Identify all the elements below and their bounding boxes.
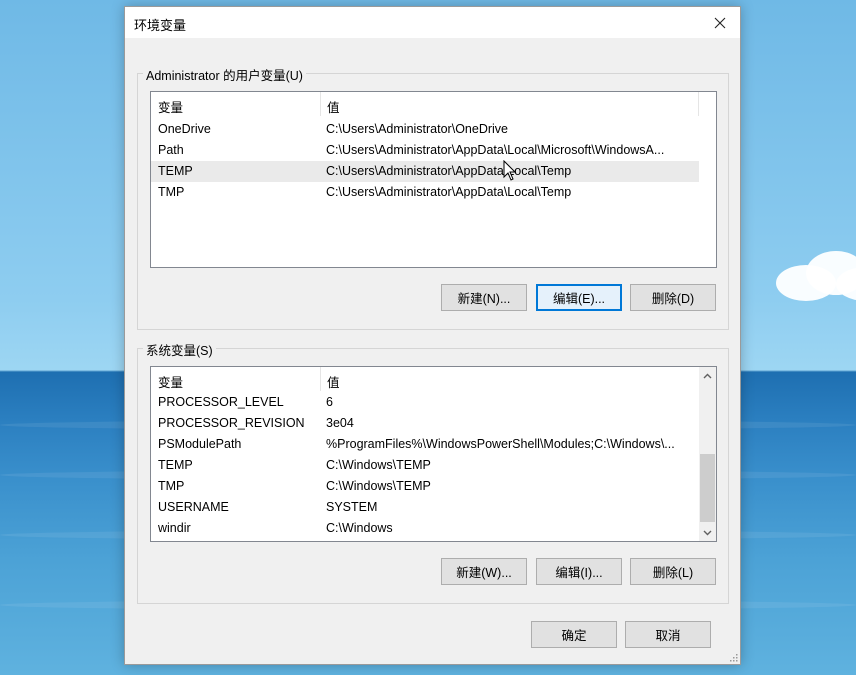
variable-name: PROCESSOR_LEVEL <box>158 395 284 409</box>
user-new-button[interactable]: 新建(N)... <box>441 284 527 311</box>
table-row[interactable]: PSModulePath %ProgramFiles%\WindowsPower… <box>151 434 699 455</box>
close-icon <box>714 17 726 28</box>
mouse-pointer-icon <box>503 160 517 181</box>
title-bar[interactable]: 环境变量 <box>125 7 740 38</box>
column-header-value[interactable]: 值 <box>327 372 340 391</box>
close-button[interactable] <box>700 7 740 38</box>
user-delete-button[interactable]: 删除(D) <box>630 284 716 311</box>
table-row[interactable]: windir C:\Windows <box>151 518 699 539</box>
table-row[interactable]: TMP C:\Users\Administrator\AppData\Local… <box>151 182 699 203</box>
variable-value: C:\Windows\TEMP <box>326 458 431 472</box>
system-delete-button[interactable]: 删除(L) <box>630 558 716 585</box>
scroll-up-arrow-icon[interactable] <box>699 367 716 384</box>
column-header-variable[interactable]: 变量 <box>158 372 183 391</box>
system-new-button[interactable]: 新建(W)... <box>441 558 527 585</box>
table-row[interactable]: TMP C:\Windows\TEMP <box>151 476 699 497</box>
user-variables-list[interactable]: 变量 值 OneDrive C:\Users\Administrator\One… <box>150 91 717 268</box>
user-variables-label: Administrator 的用户变量(U) <box>143 65 306 84</box>
table-row[interactable]: USERNAME SYSTEM <box>151 497 699 518</box>
variable-name: TEMP <box>158 164 193 178</box>
variable-name: TMP <box>158 185 185 199</box>
variable-value: 6 <box>326 395 333 409</box>
column-header-value[interactable]: 值 <box>327 97 340 116</box>
variable-name: PSModulePath <box>158 437 242 451</box>
table-row[interactable]: Path C:\Users\Administrator\AppData\Loca… <box>151 140 699 161</box>
list-header: 变量 值 <box>151 92 716 116</box>
table-row[interactable]: PROCESSOR_REVISION 3e04 <box>151 413 699 434</box>
user-edit-button[interactable]: 编辑(E)... <box>536 284 622 311</box>
variable-value: C:\Users\Administrator\OneDrive <box>326 122 508 136</box>
table-row-hovered[interactable]: TEMP C:\Users\Administrator\AppData\Loca… <box>151 161 699 182</box>
variable-value: %ProgramFiles%\WindowsPowerShell\Modules… <box>326 437 675 451</box>
variable-name: USERNAME <box>158 500 229 514</box>
system-variables-list[interactable]: 变量 值 PROCESSOR_LEVEL 6 PROCESSOR_REVISIO… <box>150 366 717 542</box>
ok-button[interactable]: 确定 <box>531 621 617 648</box>
resize-grip-icon[interactable] <box>728 652 738 662</box>
variable-value: SYSTEM <box>326 500 378 514</box>
variable-name: TEMP <box>158 458 193 472</box>
variable-value: C:\Users\Administrator\AppData\Local\Tem… <box>326 185 572 199</box>
environment-variables-dialog: 环境变量 Administrator 的用户变量(U) 变量 值 OneDriv… <box>124 6 741 665</box>
table-row[interactable]: OneDrive C:\Users\Administrator\OneDrive <box>151 119 699 140</box>
scroll-thumb[interactable] <box>700 454 715 522</box>
variable-name: Path <box>158 143 184 157</box>
variable-value: C:\Users\Administrator\AppData\Local\Mic… <box>326 143 665 157</box>
variable-value: 3e04 <box>326 416 354 430</box>
variable-value: C:\Windows <box>326 521 393 535</box>
table-row[interactable]: PROCESSOR_LEVEL 6 <box>151 392 699 413</box>
table-row[interactable]: TEMP C:\Windows\TEMP <box>151 455 699 476</box>
system-variables-label: 系统变量(S) <box>143 340 216 359</box>
dialog-title: 环境变量 <box>134 18 187 33</box>
variable-name: TMP <box>158 479 185 493</box>
list-header: 变量 值 <box>151 367 716 391</box>
cloud-decoration <box>766 245 856 305</box>
cancel-button[interactable]: 取消 <box>625 621 711 648</box>
variable-name: windir <box>158 521 191 535</box>
variable-name: PROCESSOR_REVISION <box>158 416 305 430</box>
vertical-scrollbar[interactable] <box>699 367 716 541</box>
scroll-down-arrow-icon[interactable] <box>699 524 716 541</box>
system-edit-button[interactable]: 编辑(I)... <box>536 558 622 585</box>
column-header-variable[interactable]: 变量 <box>158 97 183 116</box>
variable-name: OneDrive <box>158 122 211 136</box>
variable-value: C:\Windows\TEMP <box>326 479 431 493</box>
